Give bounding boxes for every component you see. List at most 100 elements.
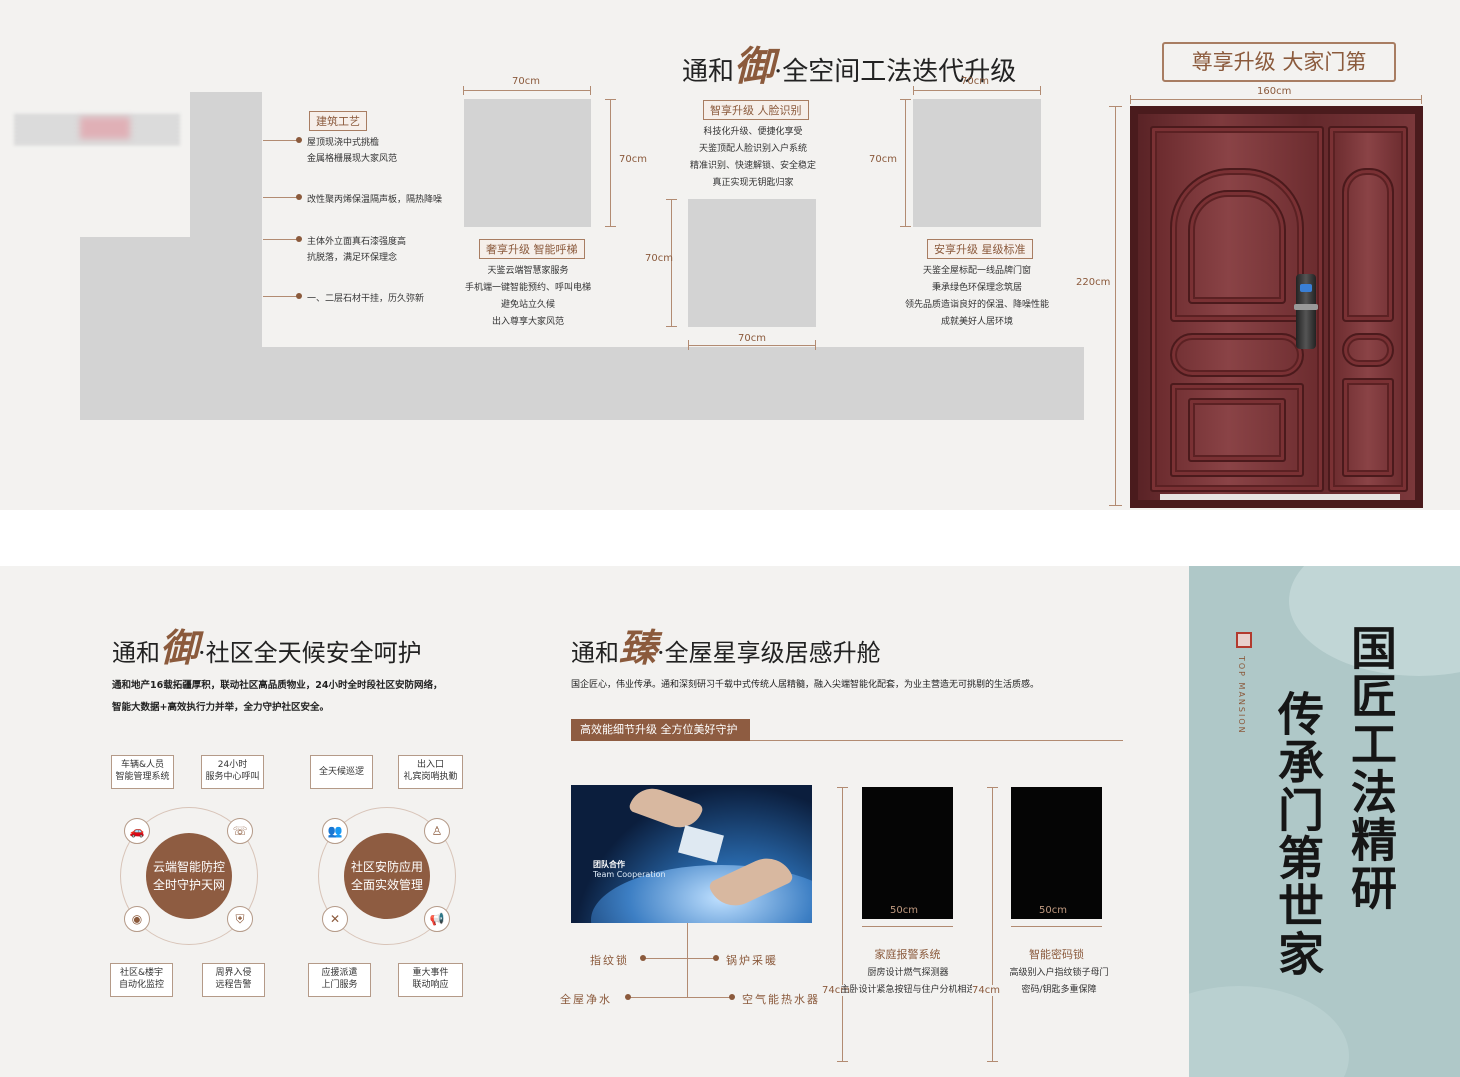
feature-fingerprint-lock: 指纹锁 [590,954,629,967]
feature-line-3 [628,997,687,998]
dim-tick [1109,505,1122,506]
dim-tick [1040,86,1041,95]
bubble-dispatch: 应援派遣 上门服务 [308,963,371,997]
tools-icon: ✕ [322,906,348,932]
alarm-panel-image [862,787,953,919]
dim-tick [900,99,911,100]
camera-icon: ◉ [124,906,150,932]
dim-line-alarm-h [842,787,843,1062]
dim-line-alarm-w [862,926,953,927]
dim-tick [463,86,464,95]
security-door [1130,106,1423,508]
feature-heat-pump: 空气能热水器 [742,993,820,1006]
elevator-tag: 奢享升级 智能呼梯 [479,239,585,259]
community-title: 通和御·社区全天候安全呵护 [112,625,422,670]
dim-line-star-w [913,90,1041,91]
dim-tick [900,226,911,227]
bubble-perimeter: 周界入侵 远程告警 [202,963,265,997]
guard-icon: ♙ [424,818,450,844]
right-center: 社区安防应用 全面实效管理 [344,833,430,919]
side-brand: TOP MANSION [1237,656,1246,735]
feature-line-2 [687,958,715,959]
phone-icon: ☏ [227,818,253,844]
dim-tick [913,86,914,95]
side-line-2: 传承门第世家 [1271,690,1325,978]
alarm-desc: 厨房设计燃气探测器 主卧设计紧急按钮与住户分机相连 [840,968,976,995]
dim-tick [837,1061,848,1062]
feature-dot-3 [625,994,631,1000]
callout-dot-1 [296,137,302,143]
top-badge: 尊享升级 大家门第 [1162,42,1396,82]
dim-tick [666,326,677,327]
construction-item-3: 主体外立面真石漆强度高 抗脱落，满足环保理念 [307,237,407,263]
feature-dot-4 [729,994,735,1000]
bubble-incident: 重大事件 联动响应 [398,963,463,997]
star-desc: 天鉴全屋标配一线品牌门窗 秉承绿色环保理念筑居 领先品质造诣良好的保温、降噪性能 成就… [904,266,1049,327]
construction-item-1: 屋顶现浇中式挑檐 金属格栅展现大家风范 [307,138,398,164]
lock-title: 智能密码锁 [1029,948,1084,961]
alarm-title: 家庭报警系统 [874,948,941,961]
home-title: 通和臻·全屋星享级居感升舱 [571,625,881,670]
bubble-vehicle: 车辆&人员 智能管理系统 [111,755,174,789]
megaphone-icon: 📢 [424,906,450,932]
callout-dot-2 [296,194,302,200]
dim-50-lock: 50cm [1039,905,1067,916]
dim-tick [605,99,616,100]
callout-dot-3 [296,236,302,242]
bubble-monitor: 社区&楼宇 自动化监控 [110,963,173,997]
dim-width-star: 70cm [961,76,989,87]
people-icon: 👥 [322,818,348,844]
face-desc: 科技化升级、便捷化享受 天鉴顶配人脸识别入户系统 精准识别、快速解锁、安全稳定 真正实… [689,127,816,188]
dim-tick [815,340,816,350]
dim-height-door: 220cm [1076,277,1111,288]
building-shape-base [80,347,1084,420]
car-icon: 🚗 [124,818,150,844]
face-image [688,199,816,327]
dim-line-lock-h [992,787,993,1062]
home-banner: 高效能细节升级 全方位美好守护 [571,719,750,741]
lock-panel-image [1011,787,1102,919]
feature-water: 全屋净水 [560,993,612,1006]
elevator-image [464,99,591,227]
community-desc: 通和地产16载拓疆厚积，联动社区高品质物业，24小时全时段社区安防网络， 智能大数… [112,680,443,713]
bubble-24h: 24小时 服务中心呼叫 [201,755,264,789]
construction-item-2: 改性聚丙烯保温隔声板，隔热降噪 [307,195,443,205]
dim-tick [1421,95,1422,104]
dim-line-face-w [688,345,816,346]
dim-height-face: 70cm [645,253,673,264]
dim-tick [688,340,689,350]
photo-title: 团队合作 [593,860,625,869]
door-side-leaf [1328,126,1408,492]
feature-line-4 [687,997,731,998]
star-tag: 安享升级 星级标准 [927,239,1033,259]
dim-line-door-w [1130,99,1422,100]
feature-line-v [687,923,688,998]
side-line-1: 国匠工法精研 [1344,624,1398,912]
seal-icon [1236,632,1252,648]
dim-height-star: 70cm [869,154,897,165]
dim-line-elevator-w [463,90,591,91]
dim-tick [1130,95,1131,104]
construction-tag: 建筑工艺 [309,111,367,131]
dim-height-elevator: 70cm [619,154,647,165]
blurred-logo [14,113,180,145]
dim-tick [666,199,677,200]
star-image [913,99,1041,227]
bubble-patrol: 全天候巡逻 [310,755,373,789]
dim-line-door-h [1115,106,1116,506]
dim-tick [837,787,848,788]
construction-item-4: 一、二层石材干挂，历久弥新 [307,294,425,304]
feature-boiler: 锅炉采暖 [726,954,778,967]
dim-tick [590,86,591,95]
smart-lock [1294,274,1318,349]
shield-icon: ⛨ [227,906,253,932]
feature-dot-2 [713,955,719,961]
dim-50-alarm: 50cm [890,905,918,916]
home-desc: 国企匠心，伟业传承。通和深刻研习千载中式传统人居精髓，融入尖端智能化配套，为业主… [571,680,1040,690]
dim-line-star-h [905,99,906,227]
face-tag: 智享升级 人脸识别 [703,100,809,120]
dim-tick [987,787,998,788]
dim-width-elevator: 70cm [512,76,540,87]
bubble-entrance: 出入口 礼宾岗哨执勤 [398,755,463,789]
lock-desc: 高级别入户指纹锁子母门 密码/钥匙多重保障 [1009,968,1109,995]
